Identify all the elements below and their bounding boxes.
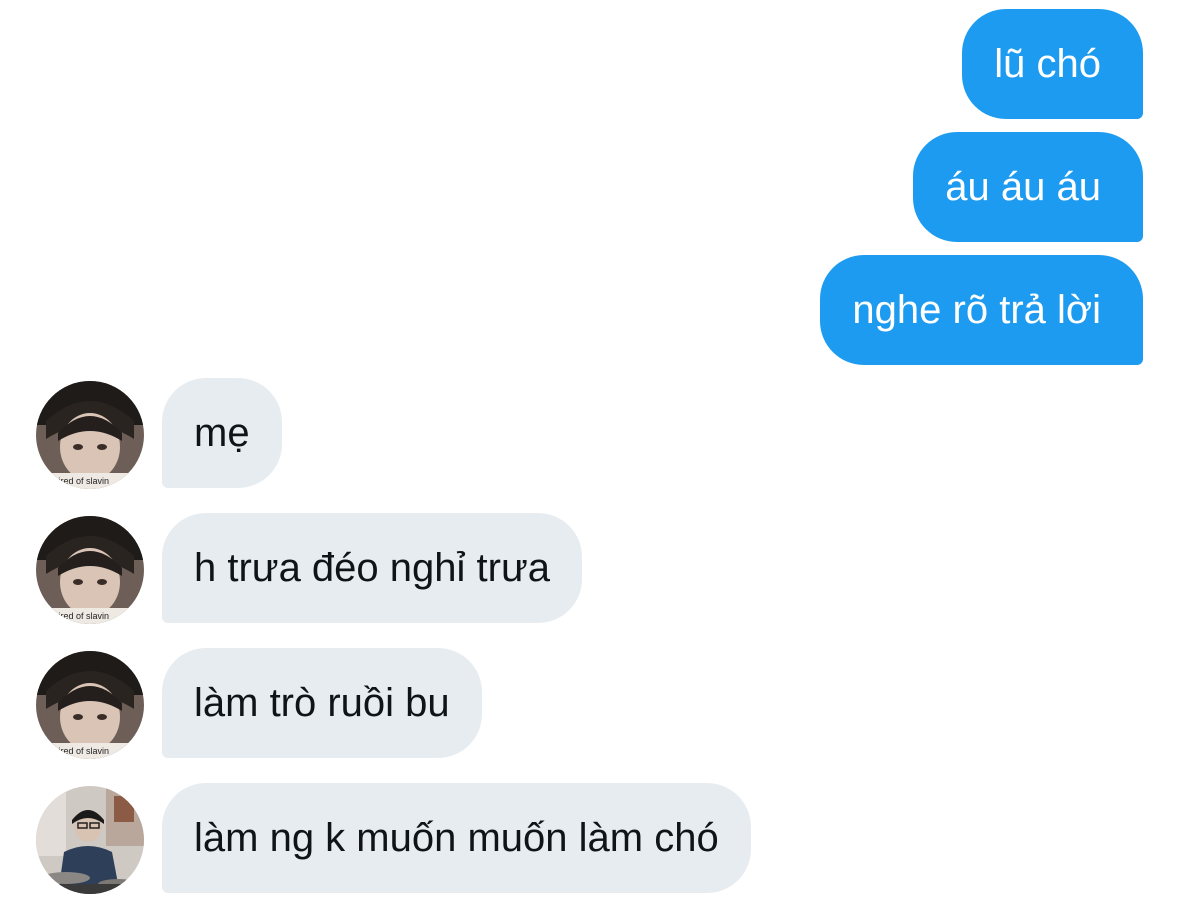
incoming-message-bubble[interactable]: làm ng k muốn muốn làm chó: [162, 783, 751, 893]
profile-photo-icon: tired of slavin: [36, 516, 144, 624]
message-text: áu áu áu: [945, 165, 1101, 209]
message-thread: lũ chó áu áu áu nghe rõ trả lời tired of…: [0, 0, 1179, 909]
message-text: làm trò ruồi bu: [194, 681, 450, 725]
message-text: mẹ: [194, 411, 250, 455]
outgoing-message-bubble[interactable]: áu áu áu: [913, 132, 1143, 242]
profile-photo-icon: tired of slavin: [36, 381, 144, 489]
profile-photo-alt-icon: [36, 786, 144, 894]
incoming-message-bubble[interactable]: mẹ: [162, 378, 282, 488]
svg-text:tired of slavin: tired of slavin: [56, 746, 109, 756]
avatar[interactable]: tired of slavin: [36, 651, 144, 759]
profile-photo-icon: tired of slavin: [36, 651, 144, 759]
svg-text:tired of slavin: tired of slavin: [56, 476, 109, 486]
incoming-message-bubble[interactable]: làm trò ruồi bu: [162, 648, 482, 758]
message-text: làm ng k muốn muốn làm chó: [194, 816, 719, 860]
avatar[interactable]: [36, 786, 144, 894]
message-text: h trưa đéo nghỉ trưa: [194, 546, 550, 590]
message-text: lũ chó: [994, 42, 1101, 86]
svg-text:tired of slavin: tired of slavin: [56, 611, 109, 621]
outgoing-message-bubble[interactable]: nghe rõ trả lời: [820, 255, 1143, 365]
avatar[interactable]: tired of slavin: [36, 516, 144, 624]
incoming-message-bubble[interactable]: h trưa đéo nghỉ trưa: [162, 513, 582, 623]
outgoing-message-bubble[interactable]: lũ chó: [962, 9, 1143, 119]
avatar[interactable]: tired of slavin: [36, 381, 144, 489]
message-text: nghe rõ trả lời: [852, 288, 1101, 332]
